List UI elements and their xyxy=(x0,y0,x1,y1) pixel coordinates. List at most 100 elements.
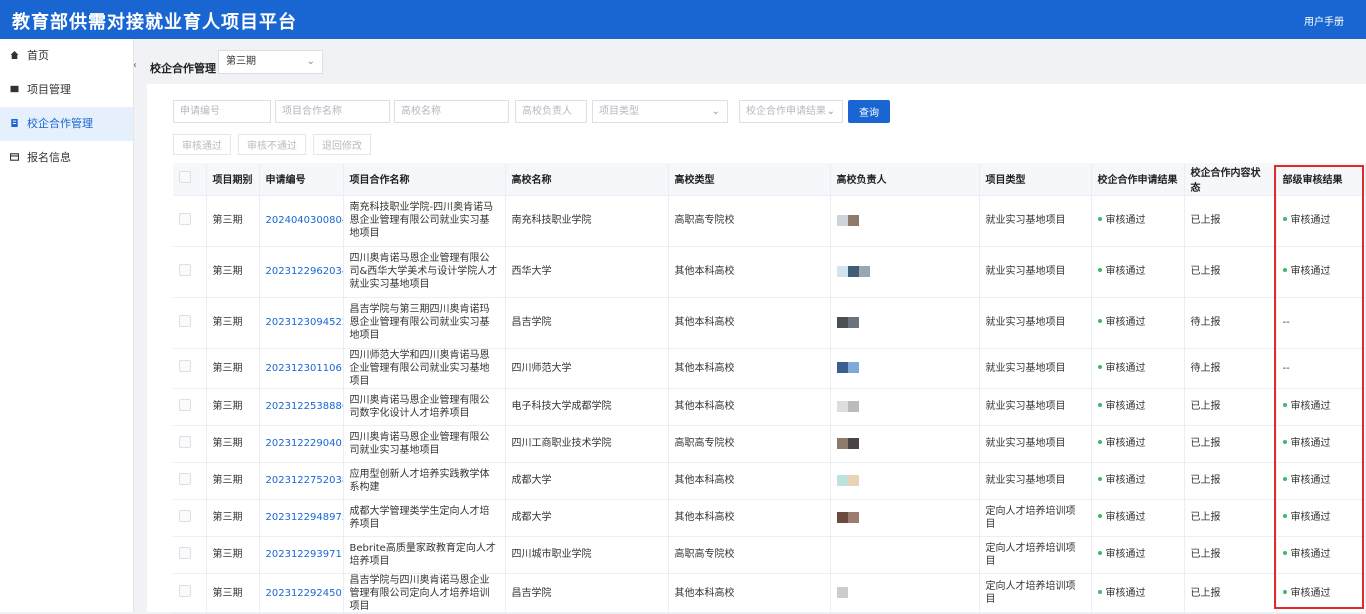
query-button[interactable]: 查询 xyxy=(848,100,890,123)
col-header: 项目类型 xyxy=(979,163,1092,196)
row-checkbox[interactable] xyxy=(179,472,191,485)
reject-button[interactable]: 审核不通过 xyxy=(238,134,306,155)
chevron-left-icon[interactable]: ‹ xyxy=(133,60,141,71)
sidebar-item-home[interactable]: 首页 xyxy=(0,39,133,73)
project-type-cell: 定向人才培养培训项目 xyxy=(979,536,1092,574)
school-name-cell: 四川师范大学 xyxy=(505,348,669,389)
apply-no-link[interactable]: 2023122290403 xyxy=(259,425,344,463)
school-type-cell-text: 高职高专院校 xyxy=(674,438,735,449)
school-leader-cell xyxy=(830,573,980,614)
school-leader-cell xyxy=(830,536,980,574)
apply-no-input[interactable]: 申请编号 xyxy=(173,100,271,123)
apply-no-link[interactable]: 2023122939711 xyxy=(259,536,344,574)
status-dot-icon xyxy=(1282,477,1287,481)
apply-no-link-text[interactable]: 2023122290403 xyxy=(266,438,343,449)
content-status-cell-text: 已上报 xyxy=(1190,512,1221,523)
row-checkbox[interactable] xyxy=(179,314,191,327)
status-dot-icon xyxy=(1282,440,1287,444)
ministry-result-cell-text: 审核通过 xyxy=(1290,549,1331,560)
school-type-cell-text: 其他本科高校 xyxy=(674,362,735,374)
project-name-input[interactable]: 项目合作名称 xyxy=(275,100,390,123)
project-name-cell: 四川师范大学和四川奥肯诺马恩企业管理有限公司就业实习基地项目 xyxy=(343,348,506,389)
content-status-cell-text: 已上报 xyxy=(1190,401,1221,412)
apply-no-link-text[interactable]: 2023122752038 xyxy=(266,475,343,486)
school-type-cell-text: 其他本科高校 xyxy=(674,401,735,412)
apply-no-link-text[interactable]: 2023123011061 xyxy=(266,363,343,374)
school-leader-input[interactable]: 高校负责人 xyxy=(515,100,587,123)
school-leader-cell xyxy=(830,388,980,426)
project-name-cell: 应用型创新人才培养实践教学体系构建 xyxy=(343,462,506,500)
select-cell xyxy=(173,388,207,426)
status-dot-icon xyxy=(1097,403,1102,407)
row-checkbox[interactable] xyxy=(179,585,191,597)
user-manual-link[interactable]: 用户手册 xyxy=(1304,13,1344,28)
coop-result-cell-text: 审核通过 xyxy=(1105,549,1146,560)
apply-no-link-text[interactable]: 2023122962034 xyxy=(266,266,343,277)
status-dot-icon xyxy=(1097,514,1102,518)
apply-no-link[interactable]: 2024040300804 xyxy=(259,195,344,247)
coop-result-cell-text: 审核通过 xyxy=(1105,215,1146,226)
home-icon xyxy=(10,51,19,59)
row-checkbox[interactable] xyxy=(179,546,191,559)
school-name-cell: 四川工商职业技术学院 xyxy=(505,425,669,463)
sidebar-item-label: 报名信息 xyxy=(27,151,71,164)
input-placeholder: 高校名称 xyxy=(401,106,441,117)
content-status-cell-text: 已上报 xyxy=(1190,266,1221,277)
period-cell: 第三期 xyxy=(206,246,260,298)
school-name-cell-text: 南充科技职业学院 xyxy=(511,215,592,226)
school-type-cell: 其他本科高校 xyxy=(668,297,831,349)
table-row: 第三期 2024040300804 南充科技职业学院-四川奥肯诺马恩企业管理有限公司… xyxy=(173,195,1366,247)
sidebar-item-projects[interactable]: 项目管理 xyxy=(0,73,133,107)
school-name-cell: 成都大学 xyxy=(505,462,669,500)
ministry-result-cell: 审核通过 xyxy=(1276,246,1366,298)
apply-no-link[interactable]: 2023122538886 xyxy=(259,388,344,426)
return-edit-button[interactable]: 退回修改 xyxy=(313,134,371,155)
apply-no-link[interactable]: 2023122752038 xyxy=(259,462,344,500)
table-header-row: 项目期别 申请编号 项目合作名称 高校名称 高校类型 高校负责人 项目类型 校企… xyxy=(173,163,1366,196)
school-name-input[interactable]: 高校名称 xyxy=(394,100,509,123)
input-placeholder: 校企合作申请结果 xyxy=(746,106,826,117)
row-checkbox[interactable] xyxy=(179,509,191,522)
app-title: 教育部供需对接就业育人项目平台 xyxy=(12,12,297,33)
row-checkbox[interactable] xyxy=(179,398,191,411)
apply-no-link[interactable]: 2023123094522 xyxy=(259,297,344,349)
apply-no-link-text[interactable]: 2024040300804 xyxy=(266,215,343,226)
apply-no-link-text[interactable]: 2023122939711 xyxy=(266,549,343,560)
coop-result-cell-text: 审核通过 xyxy=(1105,512,1146,523)
select-all-checkbox[interactable] xyxy=(179,171,191,184)
school-leader-cell xyxy=(830,462,980,500)
col-header: 高校名称 xyxy=(505,163,669,196)
apply-no-link-text[interactable]: 2023122538886 xyxy=(266,401,343,412)
content-status-cell: 待上报 xyxy=(1184,348,1277,389)
apply-no-link[interactable]: 2023122962034 xyxy=(259,246,344,298)
sidebar-item-registration[interactable]: 报名信息 xyxy=(0,141,133,175)
approve-button[interactable]: 审核通过 xyxy=(173,134,231,155)
apply-no-link-text[interactable]: 2023123094522 xyxy=(266,317,343,328)
apply-no-link-text[interactable]: 2023122948975 xyxy=(266,512,343,523)
ministry-result-cell: 审核通过 xyxy=(1276,499,1366,537)
school-name-cell-text: 西华大学 xyxy=(511,266,552,277)
coop-result-select[interactable]: 校企合作申请结果 ⌄ xyxy=(739,100,843,123)
redacted-block xyxy=(836,511,848,523)
select-cell xyxy=(173,462,207,500)
row-checkbox[interactable] xyxy=(179,212,191,225)
row-checkbox[interactable] xyxy=(179,435,191,448)
sidebar-item-school-enterprise[interactable]: 校企合作管理 xyxy=(0,107,133,141)
project-type-select[interactable]: 项目类型 ⌄ xyxy=(592,100,728,123)
folder-icon xyxy=(10,85,19,93)
content-status-cell: 已上报 xyxy=(1184,499,1277,537)
school-type-cell: 高职高专院校 xyxy=(668,425,831,463)
period-select[interactable]: 第三期 ⌄ xyxy=(218,50,323,74)
redacted-block xyxy=(847,400,859,412)
row-checkbox[interactable] xyxy=(179,263,191,276)
project-name-cell: 四川奥肯诺马恩企业管理有限公司&西华大学美术与设计学院人才就业实习基地项目 xyxy=(343,246,506,298)
row-checkbox[interactable] xyxy=(179,360,191,372)
apply-no-link[interactable]: 2023122924507 xyxy=(259,573,344,614)
status-dot-icon xyxy=(1282,589,1287,594)
apply-no-link[interactable]: 2023123011061 xyxy=(259,348,344,389)
apply-no-link[interactable]: 2023122948975 xyxy=(259,499,344,537)
period-cell-text: 第三期 xyxy=(212,215,243,226)
apply-no-link-text[interactable]: 2023122924507 xyxy=(266,588,343,599)
input-placeholder: 高校负责人 xyxy=(522,106,572,117)
period-cell: 第三期 xyxy=(206,462,260,500)
